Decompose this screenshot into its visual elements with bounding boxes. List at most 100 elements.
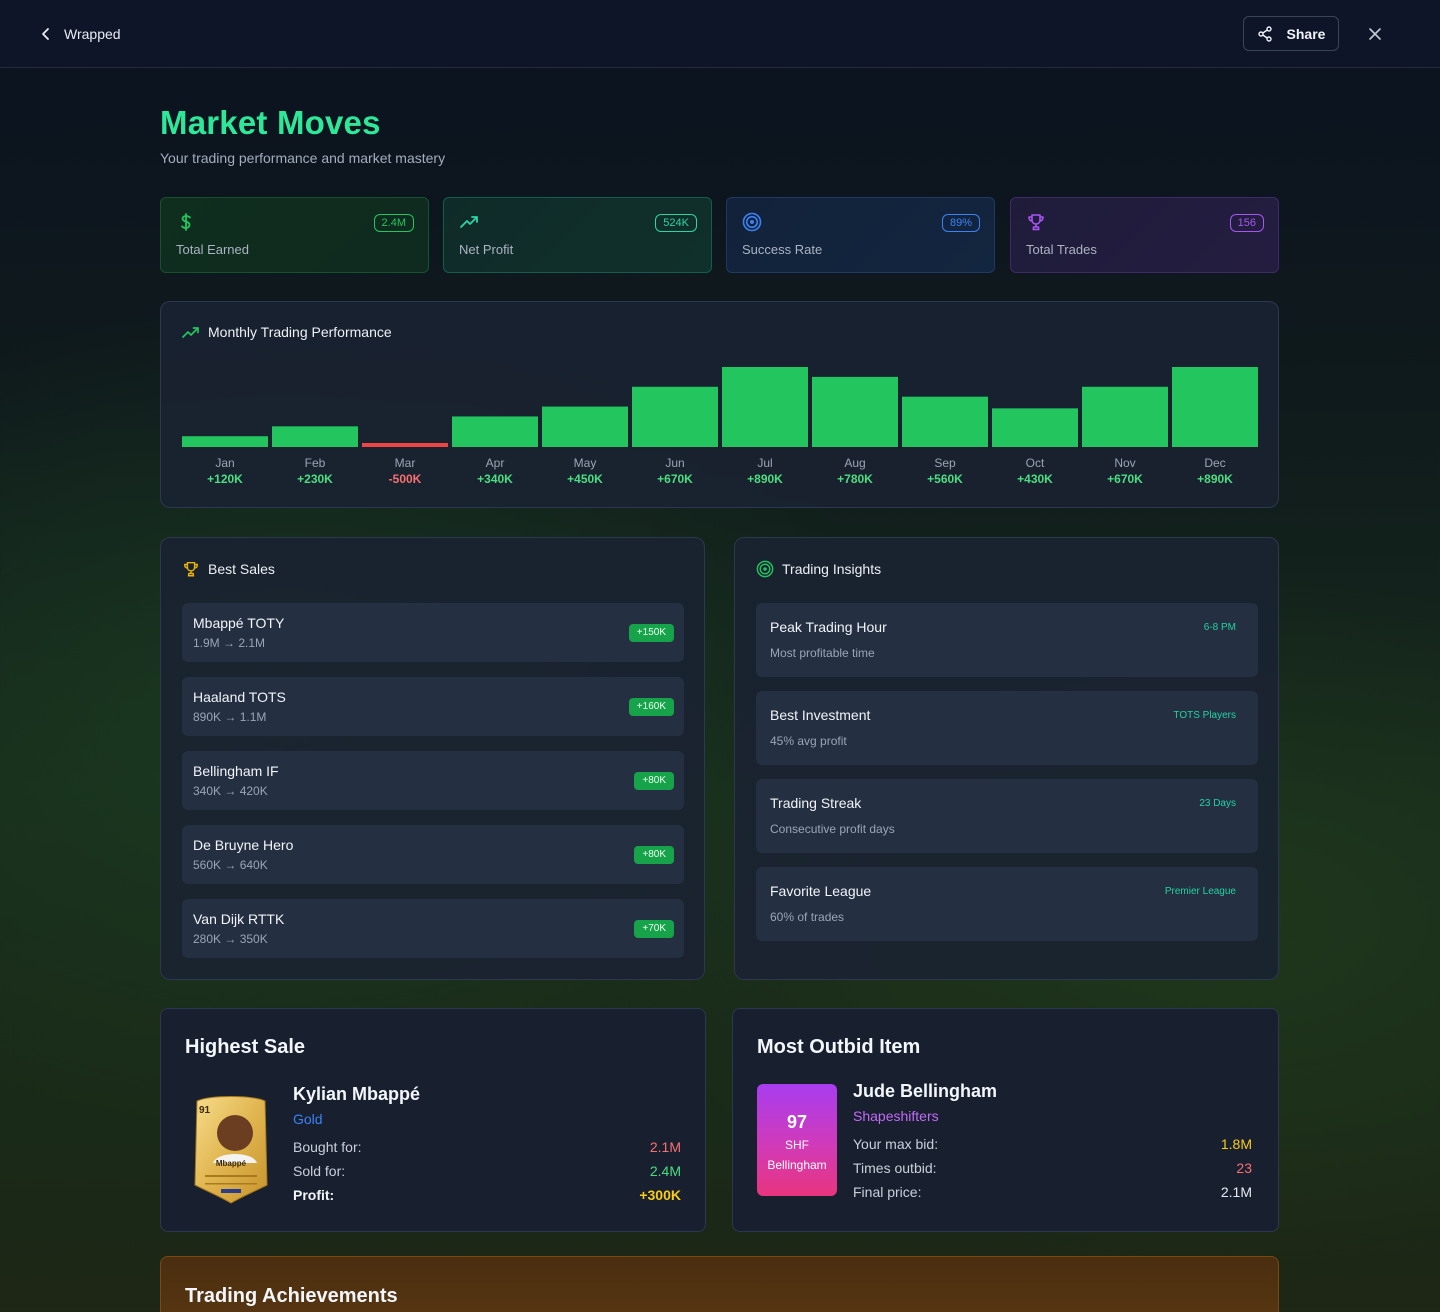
- sale-profit-badge: +80K: [634, 772, 674, 790]
- bought-value: 2.1M: [649, 1139, 681, 1155]
- insight-value: Premier League: [1164, 886, 1236, 897]
- trading-insights-title: Trading Insights: [782, 561, 882, 577]
- insight-title: Best Investment: [770, 707, 871, 723]
- stat-badge: 89%: [941, 214, 980, 232]
- sold-label: Sold for:: [293, 1163, 346, 1179]
- player-card-name: Mbappé: [215, 1159, 247, 1168]
- chart-month-label: Feb: [305, 456, 326, 470]
- stat-label: Success Rate: [742, 242, 823, 257]
- chart-bar-apr: [452, 416, 538, 447]
- insight-subtitle: Consecutive profit days: [770, 822, 895, 836]
- best-sales-card: Best Sales Mbappé TOTY 1.9M → 2.1M +150K…: [160, 537, 705, 980]
- insight-value: 6-8 PM: [1203, 622, 1236, 633]
- monthly-performance-card: Monthly Trading Performance Jan +120K Feb +…: [160, 301, 1279, 508]
- trading-insights-header: Trading Insights: [756, 560, 881, 578]
- outbid-card-image: 97 SHF Bellingham: [757, 1084, 837, 1196]
- chart-month-label: Sep: [934, 456, 956, 470]
- bought-label: Bought for:: [293, 1139, 362, 1155]
- insight-title: Trading Streak: [770, 795, 862, 811]
- list-item[interactable]: Mbappé TOTY 1.9M → 2.1M +150K: [182, 603, 684, 662]
- sale-player-name: Haaland TOTS: [193, 689, 286, 705]
- chart-month-label: Apr: [486, 456, 505, 470]
- chart-month-label: Dec: [1204, 456, 1225, 470]
- chart-bar-oct: [992, 408, 1078, 447]
- player-name: Kylian Mbappé: [293, 1084, 421, 1104]
- chart-value-label: +430K: [1017, 472, 1053, 486]
- chart-month-label: Jan: [215, 456, 234, 470]
- sale-player-name: Mbappé TOTY: [193, 615, 285, 631]
- sold-value: 2.4M: [649, 1163, 681, 1179]
- chart-bar-jul: [722, 367, 808, 447]
- outbid-card-name: Bellingham: [767, 1158, 827, 1172]
- chart-value-label: +890K: [1197, 472, 1233, 486]
- outbid-card-rating: 97: [786, 1112, 808, 1132]
- insight-value: TOTS Players: [1173, 710, 1236, 721]
- back-label: Wrapped: [64, 26, 121, 42]
- list-item[interactable]: Haaland TOTS 890K → 1.1M +160K: [182, 677, 684, 736]
- chart-bar-jun: [632, 386, 718, 447]
- stat-net-profit: 524K Net Profit: [443, 197, 712, 273]
- chart-bar-sep: [902, 396, 988, 447]
- most-outbid-title: Most Outbid Item: [757, 1036, 921, 1058]
- sale-player-name: Bellingham IF: [193, 763, 279, 779]
- sale-player-name: Van Dijk RTTK: [193, 911, 285, 927]
- max-bid-label: Your max bid:: [853, 1136, 939, 1152]
- final-price-label: Final price:: [853, 1184, 922, 1200]
- sale-price-range: 890K → 1.1M: [193, 710, 267, 724]
- chart-value-label: +450K: [567, 472, 603, 486]
- stat-total-trades: 156 Total Trades: [1010, 197, 1279, 273]
- insight-title: Peak Trading Hour: [770, 619, 887, 635]
- chart-value-label: +120K: [207, 472, 243, 486]
- share-icon: [1257, 25, 1272, 42]
- share-button[interactable]: Share: [1243, 16, 1339, 51]
- chart-value-label: +780K: [837, 472, 873, 486]
- sale-profit-badge: +160K: [628, 698, 674, 716]
- back-button[interactable]: Wrapped: [40, 24, 121, 44]
- player-name: Jude Bellingham: [853, 1081, 998, 1101]
- final-price-value: 2.1M: [1220, 1184, 1252, 1200]
- chart-bar-may: [542, 406, 628, 447]
- list-item: Favorite League 60% of trades Premier Le…: [756, 867, 1258, 941]
- insight-subtitle: Most profitable time: [770, 646, 875, 660]
- close-icon[interactable]: [1366, 25, 1384, 43]
- chart-month-label: Nov: [1114, 456, 1135, 470]
- stat-label: Net Profit: [459, 242, 514, 257]
- target-icon: [756, 560, 774, 578]
- chart-value-label: +560K: [927, 472, 963, 486]
- chart-bar-feb: [272, 426, 358, 447]
- chart-month-label: Jun: [665, 456, 684, 470]
- stat-badge: 156: [1229, 214, 1264, 232]
- insight-value: 23 Days: [1199, 798, 1236, 809]
- page-subtitle: Your trading performance and market mast…: [160, 150, 446, 166]
- outbid-card-code: SHF: [785, 1138, 809, 1152]
- sale-player-name: De Bruyne Hero: [193, 837, 294, 853]
- trading-insights-card: Trading Insights Peak Trading Hour Most …: [734, 537, 1279, 980]
- list-item[interactable]: Van Dijk RTTK 280K → 350K +70K: [182, 899, 684, 958]
- chart-value-label: +670K: [1107, 472, 1143, 486]
- chart-value-label: +670K: [657, 472, 693, 486]
- list-item[interactable]: Bellingham IF 340K → 420K +80K: [182, 751, 684, 810]
- profit-label: Profit:: [293, 1187, 335, 1203]
- stat-badge: 2.4M: [373, 214, 414, 232]
- insight-subtitle: 45% avg profit: [770, 734, 847, 748]
- list-item[interactable]: De Bruyne Hero 560K → 640K +80K: [182, 825, 684, 884]
- chart-bar-mar: [362, 443, 448, 447]
- player-card-rating: 91: [199, 1105, 211, 1116]
- chart-bar-aug: [812, 376, 898, 447]
- top-bar: Wrapped Share: [0, 0, 1440, 68]
- best-sales-title: Best Sales: [208, 561, 275, 577]
- chart-bar-dec: [1172, 367, 1258, 447]
- target-icon: [742, 212, 762, 232]
- chart-month-label: Aug: [844, 456, 865, 470]
- chart-value-label: +890K: [747, 472, 783, 486]
- profit-value: +300K: [639, 1187, 681, 1203]
- trophy-icon: [1028, 214, 1044, 231]
- max-bid-value: 1.8M: [1220, 1136, 1252, 1152]
- trading-achievements-title: Trading Achievements: [185, 1285, 398, 1307]
- highest-sale-card: Highest Sale 91 Mbappé Kylian Mbappé Gol…: [160, 1008, 706, 1232]
- trading-achievements-card: Trading Achievements: [160, 1256, 1279, 1312]
- chart-value-label: +230K: [297, 472, 333, 486]
- times-outbid-value: 23: [1236, 1160, 1252, 1176]
- sale-price-range: 1.9M → 2.1M: [193, 636, 266, 650]
- highest-sale-title: Highest Sale: [185, 1036, 306, 1058]
